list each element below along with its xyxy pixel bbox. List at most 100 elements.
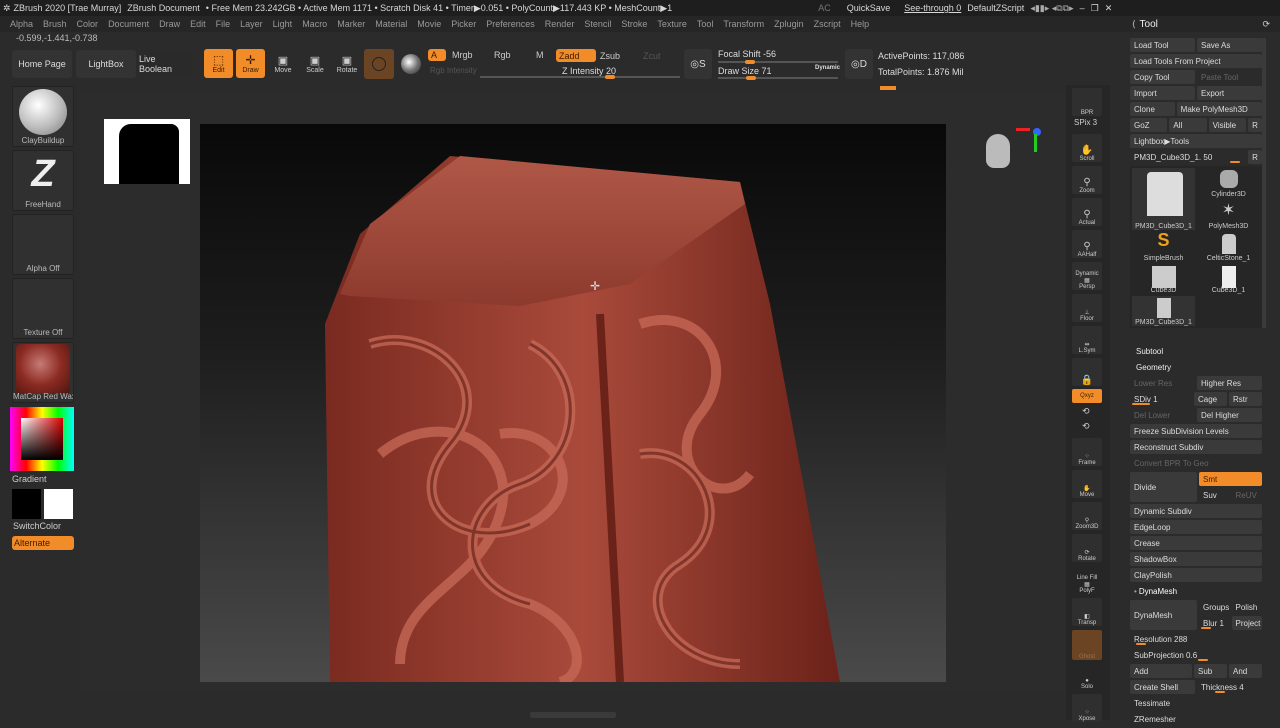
zremesher-header[interactable]: ZRemesher [1130, 712, 1262, 726]
tool-item[interactable]: ✶ PolyMesh3D [1197, 200, 1260, 230]
menu-color[interactable]: Color [77, 19, 99, 29]
and-button[interactable]: And [1229, 664, 1262, 678]
dynamic-subdiv-header[interactable]: Dynamic Subdiv [1130, 504, 1262, 518]
color-picker[interactable] [10, 407, 74, 471]
tool-item[interactable]: PM3D_Cube3D_1 [1132, 296, 1195, 326]
polyf-button[interactable]: Line Fill ▦ PolyF [1072, 566, 1102, 594]
scroll-button[interactable]: ✋ Scroll [1072, 134, 1102, 162]
clone-button[interactable]: Clone [1130, 102, 1175, 116]
focal-shift-slider[interactable]: Focal Shift -56 [718, 49, 776, 59]
main-color-swatch[interactable] [12, 489, 41, 519]
sub-button[interactable]: Sub [1194, 664, 1227, 678]
local-rotate-2-icon[interactable]: ⟲ [1082, 421, 1090, 432]
ac-button[interactable]: AC [818, 3, 831, 13]
save-as-button[interactable]: Save As [1197, 38, 1262, 52]
edit-button[interactable]: ⬚ Edit [204, 49, 233, 78]
zcut-button[interactable]: Zcut [643, 51, 661, 61]
thickness-slider[interactable]: Thickness 4 [1197, 680, 1262, 694]
divide-button[interactable]: Divide [1130, 472, 1197, 502]
material-selector[interactable]: MatCap Red Wax [12, 342, 74, 403]
xyz-button[interactable]: Qxyz [1072, 389, 1102, 403]
silhouette-navigator[interactable] [104, 119, 190, 184]
tool-item[interactable]: Cube3D [1132, 264, 1195, 294]
project-toggle[interactable]: Project [1231, 616, 1262, 630]
quicksave-button[interactable]: QuickSave [847, 3, 891, 13]
current-tool-slider[interactable]: PM3D_Cube3D_1. 50 [1130, 150, 1246, 164]
lazy-mouse-button[interactable]: ◎ S [684, 49, 712, 79]
current-tool-knob[interactable] [1230, 161, 1240, 163]
solo-button[interactable]: ● Solo [1072, 662, 1102, 690]
menu-light[interactable]: Light [273, 19, 293, 29]
color-square[interactable] [21, 418, 63, 460]
tool-item[interactable]: Cube3D_1 [1197, 264, 1260, 294]
texture-selector[interactable]: Texture Off [12, 278, 74, 339]
menu-transform[interactable]: Transform [723, 19, 764, 29]
menu-material[interactable]: Material [375, 19, 407, 29]
lsym-button[interactable]: ⇹ L.Sym [1072, 326, 1102, 354]
brush-selector[interactable]: ClayBuildup [12, 86, 74, 147]
focal-shift-track[interactable] [718, 60, 838, 64]
tool-item[interactable]: CelticStone_1 [1197, 232, 1260, 262]
menu-help[interactable]: Help [851, 19, 870, 29]
menu-edit[interactable]: Edit [190, 19, 206, 29]
bottom-shelf-handle[interactable] [530, 712, 616, 718]
move-view-button[interactable]: ✋ Move [1072, 470, 1102, 498]
higher-res-button[interactable]: Higher Res [1197, 376, 1262, 390]
thickness-knob[interactable] [1215, 691, 1225, 693]
resolution-knob[interactable] [1136, 643, 1146, 645]
scale-button[interactable]: ▣ Scale [302, 50, 328, 78]
crease-header[interactable]: Crease [1130, 536, 1262, 550]
import-button[interactable]: Import [1130, 86, 1195, 100]
m-button[interactable]: M [536, 50, 544, 60]
3d-viewport[interactable]: ✛ [200, 124, 946, 687]
dynamic-brush-button[interactable]: ◎ D [845, 49, 873, 79]
z-intensity-track[interactable] [480, 75, 680, 79]
load-tools-from-project-button[interactable]: Load Tools From Project [1130, 54, 1262, 68]
rgb-button[interactable]: Rgb [494, 50, 511, 60]
zoom3d-button[interactable]: ⚲ Zoom3D [1072, 502, 1102, 530]
tool-panel-scrollbar[interactable] [1262, 38, 1266, 328]
menu-stencil[interactable]: Stencil [584, 19, 611, 29]
zsub-button[interactable]: Zsub [600, 51, 620, 61]
menu-render[interactable]: Render [545, 19, 575, 29]
del-higher-button[interactable]: Del Higher [1197, 408, 1262, 422]
dynamesh-button[interactable]: DynaMesh [1130, 600, 1197, 630]
pin-icon[interactable]: ⟳ [1262, 19, 1270, 30]
navigation-gizmo[interactable] [978, 120, 1041, 200]
tool-item[interactable]: S SimpleBrush [1132, 230, 1195, 262]
menu-alpha[interactable]: Alpha [10, 19, 33, 29]
menu-preferences[interactable]: Preferences [486, 19, 535, 29]
menu-layer[interactable]: Layer [240, 19, 263, 29]
groups-toggle[interactable]: Groups [1199, 600, 1230, 614]
smt-toggle[interactable]: Smt [1199, 472, 1262, 486]
see-through-slider[interactable]: See-through 0 [904, 3, 961, 13]
freeze-subdivision-levels-button[interactable]: Freeze SubDivision Levels [1130, 424, 1262, 438]
restore-icon[interactable]: ❐ [1091, 3, 1099, 14]
a-button[interactable]: A [428, 49, 446, 61]
lightbox-button[interactable]: LightBox [76, 50, 136, 78]
alternate-button[interactable]: Alternate [12, 536, 74, 550]
lock-button[interactable]: 🔒 [1072, 358, 1102, 386]
r-button[interactable]: R [1248, 150, 1262, 164]
alpha-selector[interactable]: Alpha Off [12, 214, 74, 275]
menu-texture[interactable]: Texture [657, 19, 687, 29]
del-lower-button[interactable]: Del Lower [1130, 408, 1195, 422]
rgb-intensity-slider[interactable]: Rgb Intensity [430, 66, 477, 75]
close-icon[interactable]: ✕ [1105, 3, 1113, 14]
sdiv-slider[interactable]: SDiv 1 [1130, 392, 1192, 406]
zoom-button[interactable]: ⚲ Zoom [1072, 166, 1102, 194]
menu-zplugin[interactable]: Zplugin [774, 19, 804, 29]
live-boolean-button[interactable]: Live Boolean [139, 50, 191, 78]
menu-picker[interactable]: Picker [451, 19, 476, 29]
shadowbox-header[interactable]: ShadowBox [1130, 552, 1262, 566]
reuv-toggle[interactable]: ReUV [1232, 488, 1263, 502]
geometry-header[interactable]: Geometry [1130, 360, 1262, 374]
menu-draw[interactable]: Draw [159, 19, 180, 29]
rotate-button[interactable]: ▣ Rotate [333, 50, 361, 78]
visible-button[interactable]: Visible [1208, 118, 1246, 132]
menu-macro[interactable]: Macro [302, 19, 327, 29]
actual-button[interactable]: ⚲ Actual [1072, 198, 1102, 226]
celtic-stone-model[interactable]: ✛ [200, 124, 946, 687]
blur-knob[interactable] [1201, 627, 1211, 629]
convert-bpr-button[interactable]: Convert BPR To Geo [1130, 456, 1262, 470]
